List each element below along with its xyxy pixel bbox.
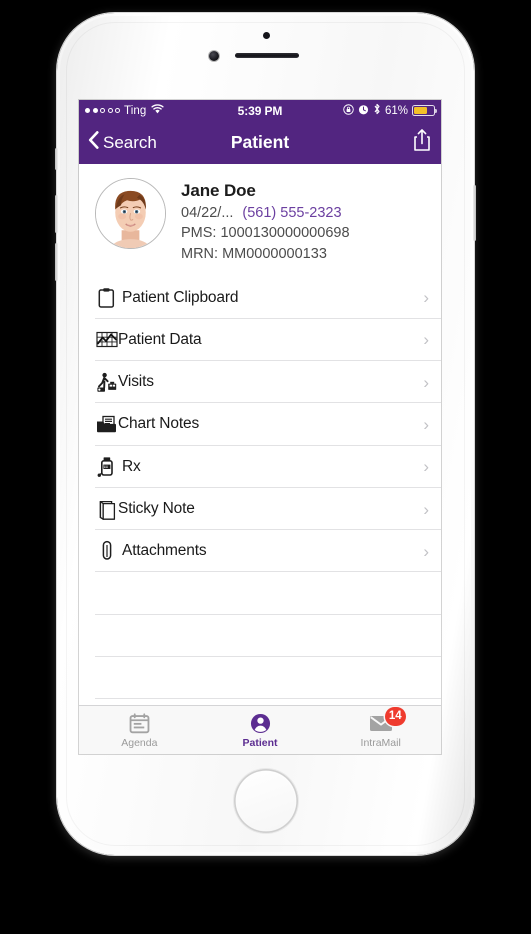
visits-person-icon [95, 372, 118, 393]
back-button-label: Search [103, 132, 157, 152]
patient-phone[interactable]: (561) 555-2323 [242, 204, 341, 223]
rotation-lock-icon [343, 103, 354, 118]
patient-dob-phone-row: 04/22/... (561) 555-2323 [181, 204, 350, 223]
patient-pms-id: PMS: 1000130000000698 [181, 225, 350, 242]
share-button[interactable] [412, 128, 432, 157]
carrier-label: Ting [124, 104, 147, 117]
list-item-attachments[interactable]: Attachments › [79, 530, 441, 573]
chevron-right-icon: › [423, 288, 429, 308]
patient-name: Jane Doe [181, 181, 256, 200]
phone-device-frame: Ting 5:39 PM 61% Search Patient Jane Doe… [55, 13, 476, 855]
list-item-patient-clipboard[interactable]: Patient Clipboard › [79, 276, 441, 319]
patient-menu-list: Patient Clipboard › Patient Data › Visit… [79, 276, 441, 700]
chevron-right-icon: › [423, 457, 429, 477]
wifi-icon [151, 104, 164, 117]
navigation-bar: Search Patient [79, 121, 441, 164]
volume-up-button[interactable] [55, 195, 58, 233]
tab-label: Agenda [121, 736, 158, 749]
list-item-label: Visits [118, 373, 154, 391]
paperclip-icon [95, 540, 118, 562]
signal-strength-icon [85, 108, 120, 113]
calendar-icon [129, 712, 150, 735]
chevron-right-icon: › [423, 330, 429, 350]
status-bar-right: 61% [343, 103, 438, 118]
silent-switch-button[interactable] [55, 148, 58, 170]
battery-percent-label: 61% [384, 104, 408, 117]
folder-notes-icon [95, 415, 118, 434]
list-item-label: Chart Notes [118, 415, 200, 433]
patient-mrn-id: MRN: MM0000000133 [181, 245, 327, 262]
list-item-empty [79, 615, 441, 658]
clipboard-icon [95, 287, 118, 308]
patient-avatar [96, 179, 165, 248]
chevron-right-icon: › [423, 414, 429, 434]
list-item-rx[interactable]: Rx › [79, 446, 441, 489]
chart-grid-icon [95, 330, 118, 349]
status-bar: Ting 5:39 PM 61% [79, 100, 441, 121]
avatar [95, 178, 166, 249]
tab-agenda[interactable]: Agenda [79, 706, 200, 754]
chevron-left-icon [88, 131, 99, 154]
alarm-clock-icon [358, 104, 369, 118]
tab-label: IntraMail [360, 736, 401, 749]
front-camera-icon [208, 51, 219, 61]
home-button[interactable] [233, 769, 298, 833]
sticky-note-icon [95, 499, 118, 520]
list-item-label: Patient Clipboard [122, 288, 239, 306]
list-item-empty [79, 657, 441, 700]
list-item-label: Patient Data [118, 330, 202, 348]
back-button[interactable]: Search [88, 131, 157, 154]
tab-intramail[interactable]: 14 IntraMail [320, 706, 441, 754]
phone-screen: Ting 5:39 PM 61% Search Patient Jane Doe… [79, 100, 441, 754]
list-item-patient-data[interactable]: Patient Data › [79, 319, 441, 362]
envelope-icon: 14 [369, 706, 406, 735]
patient-header: Jane Doe 04/22/... (561) 555-2323 PMS: 1… [79, 164, 441, 277]
list-item-chart-notes[interactable]: Chart Notes › [79, 403, 441, 446]
chevron-right-icon: › [423, 499, 429, 519]
earpiece-speaker-icon [234, 53, 299, 58]
bottom-tab-bar: Agenda Patient 14 IntraMail [79, 705, 441, 754]
tab-patient[interactable]: Patient [200, 706, 321, 754]
volume-down-button[interactable] [55, 243, 58, 281]
list-item-label: Rx [122, 457, 141, 475]
person-circle-icon [250, 712, 271, 735]
list-item-visits[interactable]: Visits › [79, 361, 441, 404]
tab-label: Patient [242, 736, 278, 749]
power-button[interactable] [473, 185, 476, 241]
share-icon [412, 128, 432, 157]
chevron-right-icon: › [423, 372, 429, 392]
bluetooth-icon [373, 103, 381, 118]
status-bar-left: Ting [85, 104, 164, 117]
list-item-empty [79, 572, 441, 616]
list-item-label: Sticky Note [118, 500, 195, 518]
chevron-right-icon: › [423, 541, 429, 561]
list-item-sticky-note[interactable]: Sticky Note › [79, 488, 441, 531]
proximity-sensor-icon [262, 32, 270, 39]
unread-badge: 14 [384, 706, 406, 726]
patient-dob: 04/22/... [181, 204, 234, 221]
list-item-label: Attachments [122, 542, 207, 560]
battery-icon [412, 105, 438, 116]
pill-bottle-icon [95, 456, 118, 478]
patient-details: Jane Doe 04/22/... (561) 555-2323 PMS: 1… [181, 178, 350, 263]
